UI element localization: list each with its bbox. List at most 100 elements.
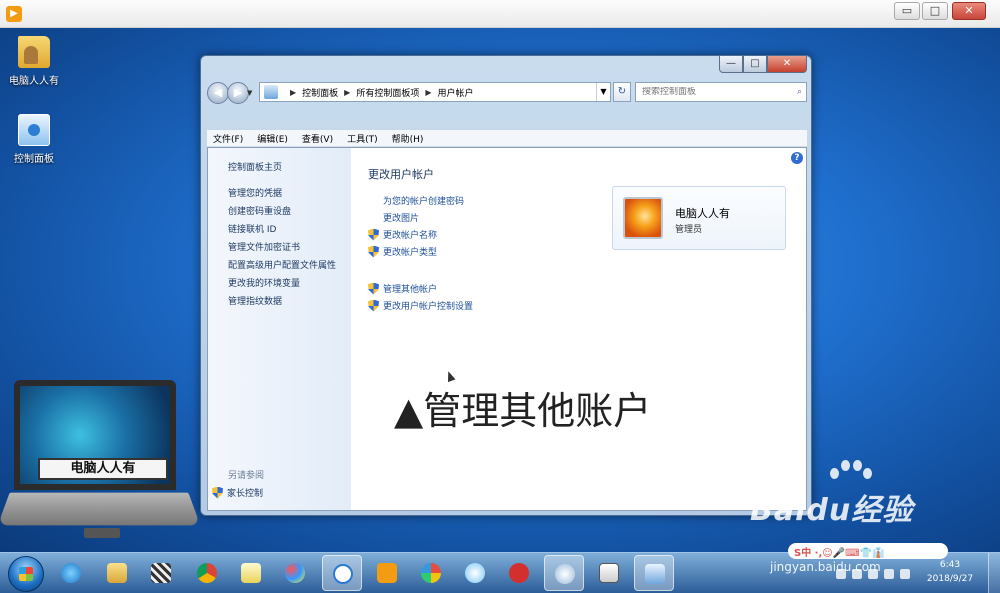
chevron-right-icon: ▶ — [425, 87, 432, 97]
baidu-brand-jingyan: 经验 — [851, 493, 914, 528]
change-account-type-label: 更改帐户类型 — [383, 248, 438, 258]
taskbar-weather[interactable] — [460, 558, 490, 588]
maximize-button[interactable]: □ — [743, 56, 767, 73]
help-icon[interactable]: ? — [791, 152, 803, 164]
taskbar-media-player[interactable] — [372, 558, 402, 588]
refresh-button[interactable]: ↻ — [613, 82, 631, 102]
advanced-profile-props-link[interactable]: 配置高级用户配置文件属性 — [228, 258, 336, 271]
manage-credentials-link[interactable]: 管理您的凭据 — [228, 186, 282, 199]
recent-pages-dropdown[interactable]: ▼ — [247, 89, 255, 97]
search-box[interactable]: ⌕ — [635, 82, 807, 102]
menu-tools[interactable]: 工具(T) — [347, 132, 378, 145]
change-picture-link[interactable]: 更改图片 — [383, 211, 419, 224]
avatar — [623, 197, 663, 239]
pinwheel-icon — [421, 563, 441, 583]
taskbar-sogou-search[interactable] — [322, 555, 362, 591]
ime-status-text: S中 ·,☺🎤⌨👕👔 — [794, 547, 885, 559]
player-logo-icon: ▶ — [6, 6, 22, 22]
manage-other-accounts-link[interactable]: 管理其他帐户 — [368, 282, 437, 295]
address-bar[interactable]: ▶ 控制面板 ▶ 所有控制面板项 ▶ 用户帐户 ▼ — [259, 82, 611, 102]
fingerprint-data-link[interactable]: 管理指纹数据 — [228, 294, 282, 307]
minimize-button[interactable]: — — [719, 56, 743, 73]
tray-sound-icon[interactable] — [900, 569, 910, 579]
menu-help[interactable]: 帮助(H) — [392, 132, 424, 145]
taskbar-explorer[interactable] — [102, 558, 132, 588]
menu-view[interactable]: 查看(V) — [302, 132, 333, 145]
chrome-icon — [197, 563, 217, 583]
ie-icon — [61, 563, 81, 583]
forward-button[interactable]: ▶ — [227, 82, 249, 104]
manage-encryption-certs-link[interactable]: 管理文件加密证书 — [228, 240, 300, 253]
control-panel-icon — [264, 85, 278, 99]
show-desktop-button[interactable] — [988, 553, 1000, 593]
taskbar-notes[interactable] — [236, 558, 266, 588]
menu-bar: 文件(F) 编辑(E) 查看(V) 工具(T) 帮助(H) — [207, 130, 807, 147]
taskbar-chess[interactable] — [504, 558, 534, 588]
viewer-icon — [599, 563, 619, 583]
create-reset-disk-link[interactable]: 创建密码重设盘 — [228, 204, 291, 217]
desktop-icon-control-panel[interactable]: 控制面板 — [4, 114, 64, 165]
laptop-watermark: 电脑人人有 — [0, 380, 201, 560]
change-account-type-link[interactable]: 更改帐户类型 — [368, 245, 437, 258]
laptop-screen: 电脑人人有 — [14, 380, 176, 490]
baidu-watermark: Baidu经验 — [750, 485, 913, 529]
taskbar-chrome[interactable] — [192, 558, 222, 588]
search-icon[interactable]: ⌕ — [797, 87, 802, 97]
desktop-icon-label: 电脑人人有 — [9, 76, 59, 87]
breadcrumb-item[interactable]: 控制面板 — [302, 86, 338, 99]
chess-piece-icon — [509, 563, 529, 583]
desktop-icon-label: 控制面板 — [14, 154, 54, 165]
breadcrumb-item[interactable]: 用户帐户 — [438, 86, 474, 99]
control-panel-icon — [18, 114, 50, 146]
account-role: 管理员 — [675, 225, 703, 235]
player-icon — [377, 563, 397, 583]
user-accounts-window: — □ ✕ ◀ ▶ ▼ ▶ 控制面板 ▶ 所有控制面板项 ▶ 用户帐户 ▼ ↻ … — [200, 55, 812, 516]
create-password-link[interactable]: 为您的帐户创建密码 — [383, 194, 464, 207]
taskbar-app-grid[interactable] — [146, 558, 176, 588]
account-name: 电脑人人有 — [675, 207, 730, 220]
player-maximize-button[interactable]: □ — [922, 2, 948, 20]
address-dropdown-icon[interactable]: ▼ — [596, 83, 610, 101]
close-button[interactable]: ✕ — [767, 56, 807, 73]
jingyan-url: jingyan.baidu.com — [770, 560, 881, 574]
see-also-heading: 另请参阅 — [228, 471, 265, 481]
ime-status-bar[interactable]: S中 ·,☺🎤⌨👕👔 — [788, 543, 948, 559]
cloud-icon — [465, 563, 485, 583]
start-button[interactable] — [8, 556, 44, 592]
search-input[interactable] — [642, 87, 790, 97]
left-pane: 控制面板主页 管理您的凭据 创建密码重设盘 链接联机 ID 管理文件加密证书 配… — [208, 148, 351, 510]
back-button[interactable]: ◀ — [207, 82, 229, 104]
clock[interactable]: 6:43 2018/9/27 — [920, 558, 980, 586]
sogou-s-icon — [333, 564, 353, 584]
player-restore-button[interactable]: ▭ — [894, 2, 920, 20]
uac-settings-link[interactable]: 更改用户帐户控制设置 — [368, 299, 473, 312]
app-grid-icon — [151, 563, 171, 583]
uac-shield-icon — [368, 300, 379, 312]
desktop-icon-user-folder[interactable]: 电脑人人有 — [4, 36, 64, 87]
tray-signal-icon[interactable] — [884, 569, 894, 579]
taskbar-pinwheel-app[interactable] — [416, 558, 446, 588]
link-online-id-link[interactable]: 链接联机 ID — [228, 222, 276, 235]
taskbar-viewer[interactable] — [594, 558, 624, 588]
player-close-button[interactable]: ✕ — [952, 2, 986, 20]
client-area: 控制面板主页 管理您的凭据 创建密码重设盘 链接联机 ID 管理文件加密证书 配… — [207, 147, 807, 511]
menu-file[interactable]: 文件(F) — [213, 132, 243, 145]
taskbar-paint[interactable] — [280, 558, 310, 588]
baidu-brand: Bai — [750, 493, 807, 528]
parental-controls-link[interactable]: 家长控制 — [212, 486, 263, 499]
clock-date: 2018/9/27 — [926, 574, 974, 584]
uac-shield-icon — [368, 246, 379, 258]
env-variables-link[interactable]: 更改我的环境变量 — [228, 276, 300, 289]
taskbar-control-panel[interactable] — [634, 555, 674, 591]
taskbar-ie[interactable] — [56, 558, 86, 588]
control-panel-icon — [645, 564, 665, 584]
control-panel-home-link[interactable]: 控制面板主页 — [228, 160, 282, 173]
menu-edit[interactable]: 编辑(E) — [257, 132, 288, 145]
clock-time: 6:43 — [939, 560, 961, 570]
change-account-name-link[interactable]: 更改帐户名称 — [368, 228, 437, 241]
parental-controls-label: 家长控制 — [227, 489, 264, 499]
folder-icon — [107, 563, 127, 583]
breadcrumb-item[interactable]: 所有控制面板项 — [356, 86, 419, 99]
taskbar-recorder[interactable] — [544, 555, 584, 591]
uac-shield-icon — [368, 283, 379, 295]
